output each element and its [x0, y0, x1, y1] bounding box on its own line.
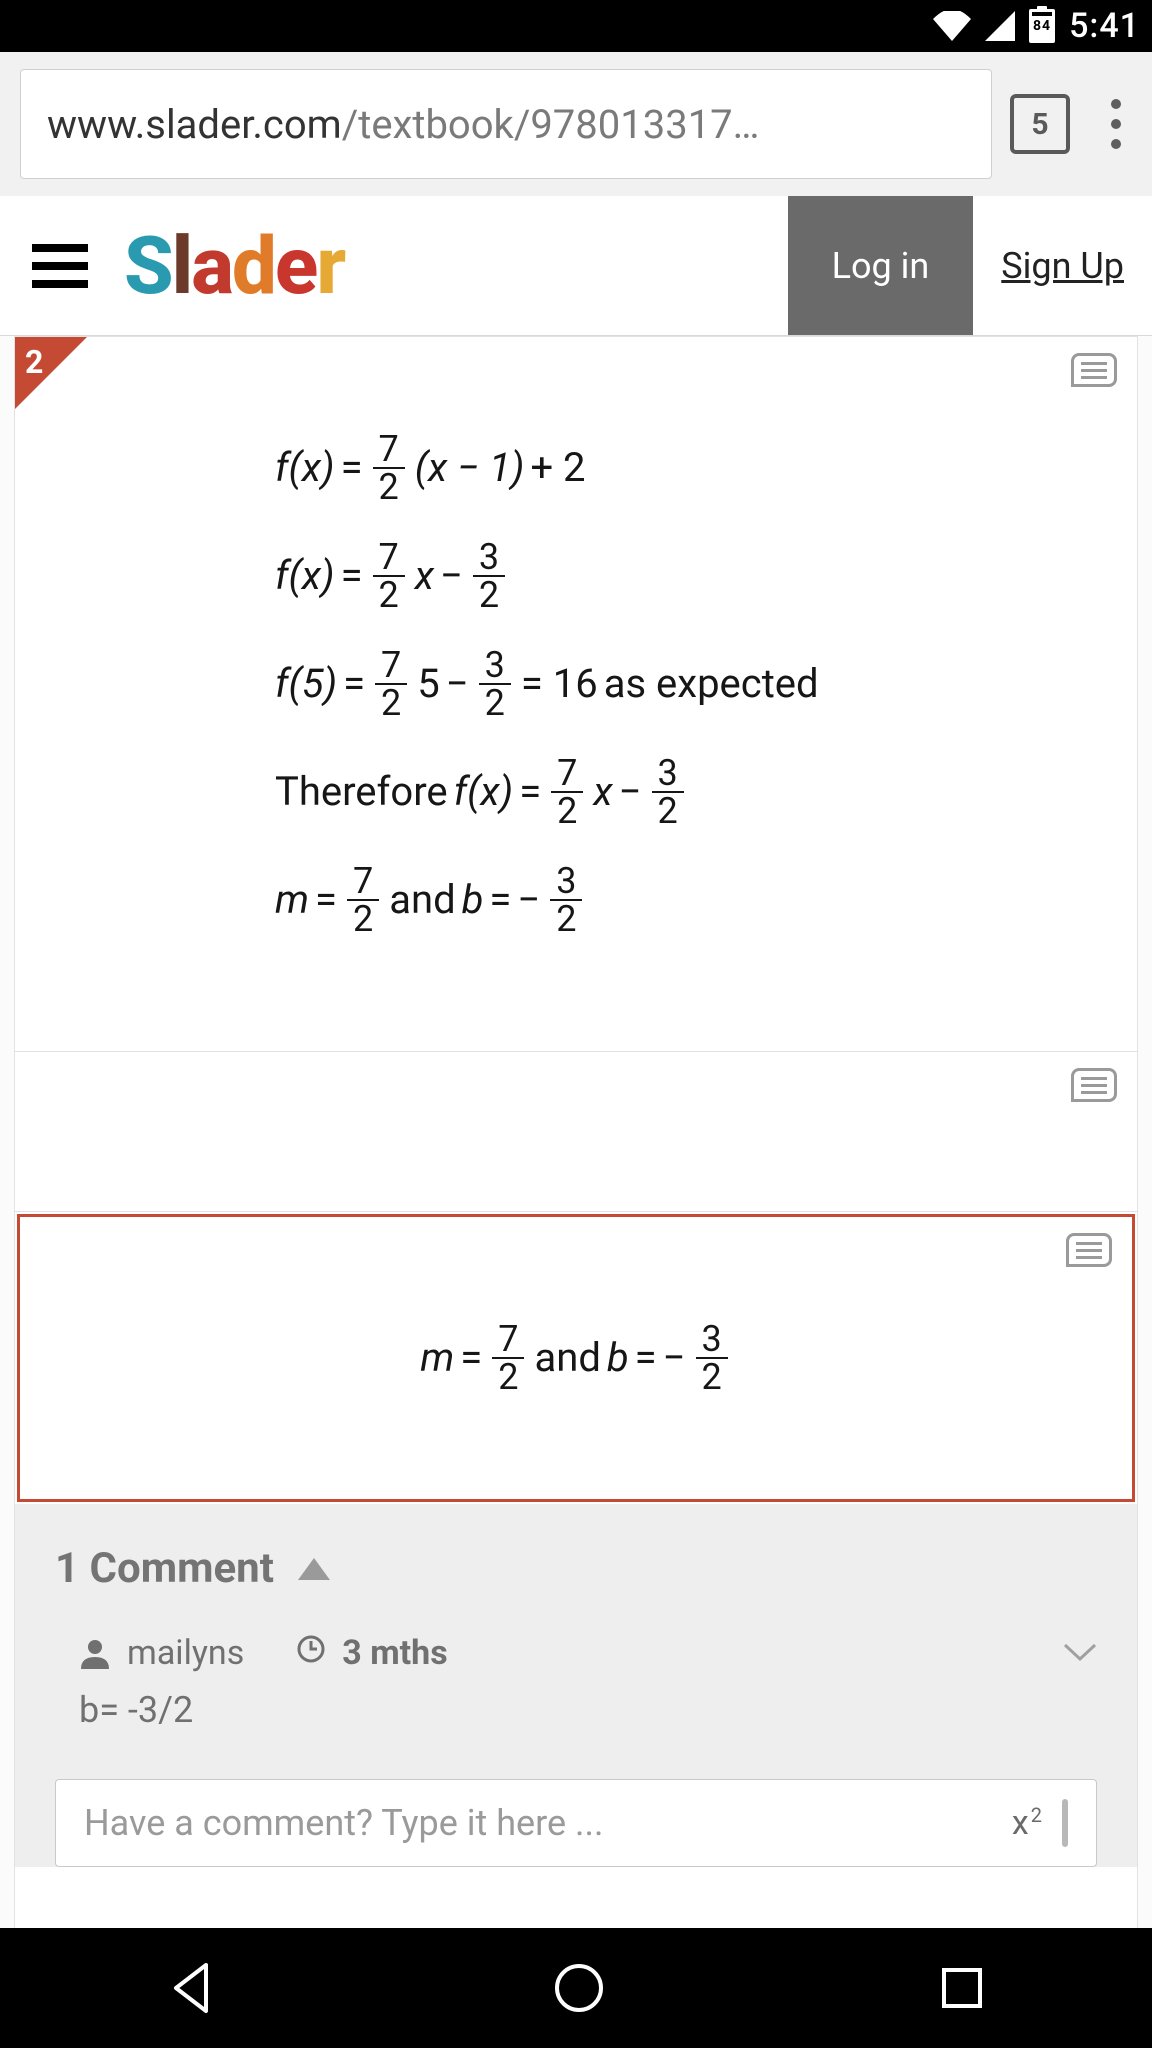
battery-icon: 84 [1029, 9, 1055, 43]
url-host: www.slader.com [47, 101, 342, 148]
clock-icon [296, 1633, 326, 1673]
signup-link[interactable]: Sign Up [973, 245, 1152, 287]
solution-math: f(x) = 72 (x − 1) + 2 f(x) = 72 x − 32 [275, 431, 1077, 937]
recents-button[interactable] [938, 1964, 986, 2012]
page-content[interactable]: 2 f(x) = 72 (x − 1) + 2 f(x) = 72 x [0, 336, 1152, 1928]
step-number-badge: 2 [15, 337, 87, 409]
comments-section: 1 Comment mailyns 3 mths [15, 1504, 1137, 1867]
scrollbar-indicator [1062, 1799, 1068, 1847]
chevron-down-icon[interactable] [1063, 1643, 1097, 1663]
tab-count: 5 [1031, 107, 1048, 142]
url-path: /textbook/978013317… [342, 101, 760, 148]
comment-icon[interactable] [1066, 1233, 1112, 1267]
android-navbar [0, 1928, 1152, 2048]
solution-step-card: 2 f(x) = 72 (x − 1) + 2 f(x) = 72 x [15, 336, 1137, 1052]
battery-percent: 84 [1033, 18, 1051, 34]
site-logo[interactable]: Slader [120, 219, 788, 313]
comment-username[interactable]: mailyns [127, 1633, 244, 1673]
final-answer-card: m = 72 and b = − 32 [17, 1214, 1135, 1502]
comment-item: mailyns 3 mths b= -3/2 [55, 1633, 1097, 1731]
cell-signal-icon [985, 11, 1015, 41]
back-button[interactable] [166, 1961, 220, 2015]
login-button[interactable]: Log in [788, 196, 974, 335]
android-status-bar: 84 5:41 [0, 0, 1152, 52]
comments-toggle[interactable]: 1 Comment [55, 1544, 1097, 1593]
comment-input-placeholder: Have a comment? Type it here ... [84, 1802, 603, 1844]
comment-age: 3 mths [342, 1633, 447, 1673]
tab-switcher-button[interactable]: 5 [1010, 94, 1070, 154]
comment-input[interactable]: Have a comment? Type it here ... x2 [55, 1779, 1097, 1867]
comments-heading: 1 Comment [55, 1544, 274, 1593]
comment-icon[interactable] [1071, 353, 1117, 387]
comment-body: b= -3/2 [79, 1689, 1097, 1731]
comment-icon[interactable] [1071, 1068, 1117, 1102]
wifi-icon [933, 11, 971, 41]
address-bar[interactable]: www.slader.com/textbook/978013317… [20, 69, 992, 179]
blank-card [15, 1052, 1137, 1212]
browser-menu-button[interactable] [1088, 84, 1144, 164]
menu-button[interactable] [0, 244, 120, 288]
home-button[interactable] [552, 1961, 606, 2015]
status-clock: 5:41 [1069, 6, 1140, 46]
superscript-button[interactable]: x2 [1012, 1803, 1042, 1843]
browser-toolbar: www.slader.com/textbook/978013317… 5 [0, 52, 1152, 196]
collapse-icon [298, 1558, 330, 1580]
user-icon [79, 1637, 111, 1669]
site-header: Slader Log in Sign Up [0, 196, 1152, 336]
